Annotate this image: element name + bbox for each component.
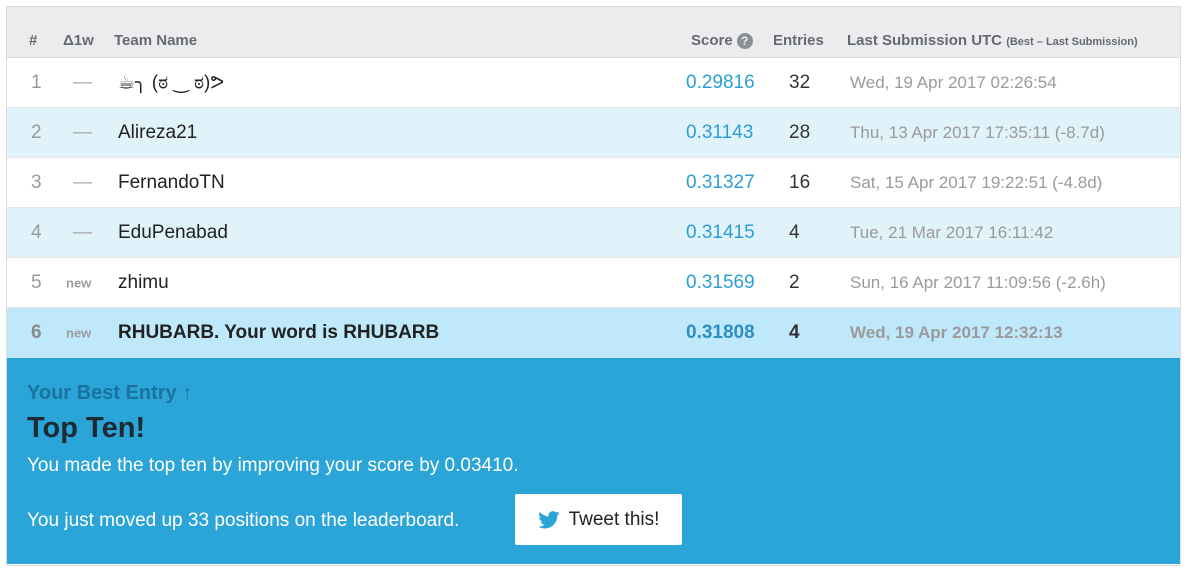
header-rank: # (29, 32, 38, 49)
arrow-up-icon: ↑ (182, 382, 193, 404)
best-entry-text: Your Best Entry (27, 382, 177, 404)
table-row: 3 — FernandoTN 0.31327 16 Sat, 15 Apr 20… (7, 158, 1180, 208)
header-last-label: Last Submission UTC (847, 32, 1003, 49)
row-entries: 2 (789, 271, 800, 293)
improve-message: You made the top ten by improving your s… (27, 455, 519, 476)
row-delta: new (66, 275, 92, 290)
row-rank: 5 (31, 271, 42, 293)
leaderboard: # Δ1w Team Name Score? Entries Last Subm… (6, 6, 1181, 566)
row-rank: 2 (31, 121, 42, 143)
row-last-submission: Tue, 21 Mar 2017 16:11:42 (850, 222, 1054, 242)
row-team-name[interactable]: ☕╮ (ಠ ‿ ಠ)ᕗ (118, 71, 224, 94)
row-last-submission: Thu, 13 Apr 2017 17:35:11 (-8.7d) (850, 122, 1105, 142)
row-score: 0.31143 (686, 121, 754, 143)
question-circle-icon[interactable]: ? (736, 33, 753, 49)
row-score: 0.31415 (686, 221, 755, 243)
row-delta: — (73, 221, 92, 243)
banner-title: Top Ten! (27, 412, 146, 444)
row-score: 0.31327 (686, 171, 755, 193)
row-entries: 16 (789, 171, 811, 193)
row-score: 0.31569 (686, 271, 755, 293)
row-entries: 4 (789, 221, 800, 243)
best-entry-label: Your Best Entry ↑ (27, 382, 192, 405)
row-last-submission: Wed, 19 Apr 2017 02:26:54 (850, 72, 1057, 92)
header-team-name[interactable]: Team Name (114, 32, 197, 49)
row-score: 0.29816 (686, 71, 755, 93)
tweet-button-label: Tweet this! (568, 508, 660, 530)
row-last-submission: Sun, 16 Apr 2017 11:09:56 (-2.6h) (850, 272, 1106, 292)
row-team-name[interactable]: Alireza21 (118, 122, 197, 144)
header-score[interactable]: Score? (691, 32, 753, 49)
leaderboard-header: # Δ1w Team Name Score? Entries Last Subm… (7, 7, 1180, 58)
row-team-name[interactable]: RHUBARB. Your word is RHUBARB (118, 322, 439, 344)
row-delta: new (66, 325, 92, 341)
row-entries: 4 (789, 322, 800, 343)
header-entries[interactable]: Entries (773, 32, 824, 49)
row-delta: — (73, 71, 92, 93)
table-row: 2 — Alireza21 0.31143 28 Thu, 13 Apr 201… (7, 108, 1180, 158)
row-entries: 32 (789, 71, 811, 93)
row-rank: 6 (31, 322, 42, 343)
row-delta: — (73, 171, 92, 193)
row-last-submission: Wed, 19 Apr 2017 12:32:13 (850, 323, 1063, 342)
header-last-submission[interactable]: Last Submission UTC (Best – Last Submiss… (847, 32, 1138, 49)
row-rank: 3 (31, 171, 42, 193)
row-team-name[interactable]: zhimu (118, 272, 169, 294)
moved-message: You just moved up 33 positions on the le… (27, 510, 460, 531)
tweet-button[interactable]: Tweet this! (515, 494, 682, 545)
top-ten-banner: Your Best Entry ↑ Top Ten! You made the … (7, 358, 1180, 564)
row-delta: — (73, 121, 92, 143)
table-row-current-team: 6 new RHUBARB. Your word is RHUBARB 0.31… (7, 308, 1180, 358)
twitter-bird-icon (537, 510, 560, 528)
row-team-name[interactable]: EduPenabad (118, 222, 228, 244)
row-score: 0.31808 (686, 322, 755, 343)
table-row: 1 — ☕╮ (ಠ ‿ ಠ)ᕗ 0.29816 32 Wed, 19 Apr 2… (7, 58, 1180, 108)
row-entries: 28 (789, 121, 811, 143)
header-delta[interactable]: Δ1w (63, 32, 94, 49)
header-score-label: Score (691, 32, 733, 49)
row-rank: 4 (31, 221, 42, 243)
row-team-name[interactable]: FernandoTN (118, 172, 225, 194)
row-last-submission: Sat, 15 Apr 2017 19:22:51 (-4.8d) (850, 172, 1103, 192)
table-row: 5 new zhimu 0.31569 2 Sun, 16 Apr 2017 1… (7, 258, 1180, 308)
header-last-note: (Best – Last Submission) (1006, 36, 1138, 48)
table-row: 4 — EduPenabad 0.31415 4 Tue, 21 Mar 201… (7, 208, 1180, 258)
row-rank: 1 (31, 71, 42, 93)
